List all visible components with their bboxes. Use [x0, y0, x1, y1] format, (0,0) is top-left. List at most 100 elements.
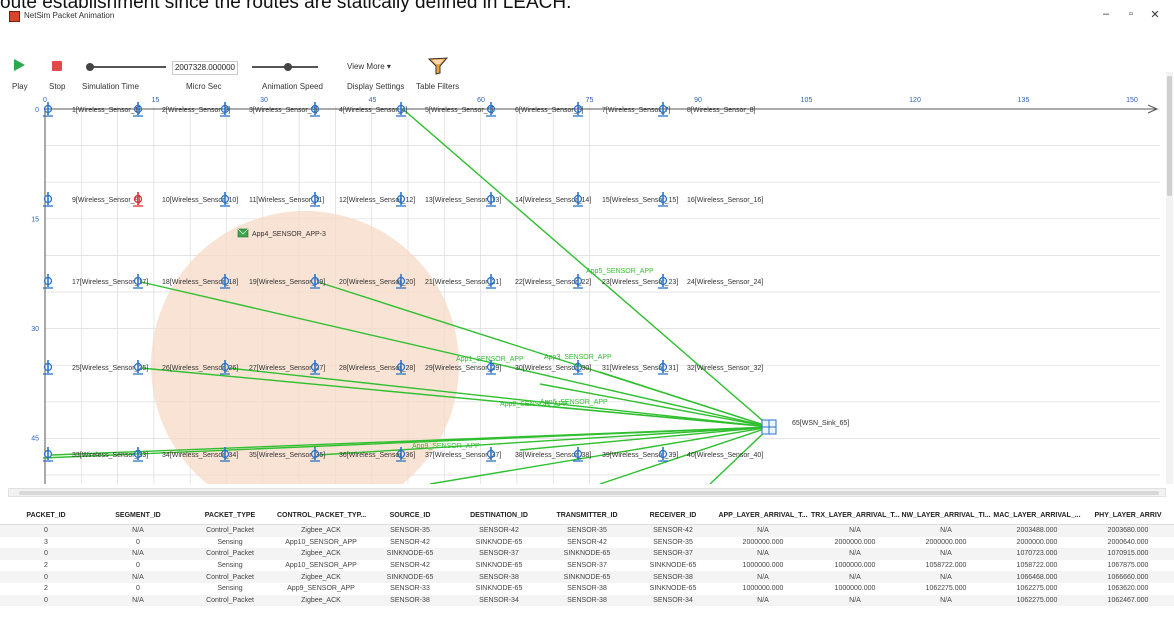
- sensor-node-label: 26[Wireless_Sensor_26]: [162, 365, 238, 372]
- sensor-node-label: 2[Wireless_Sensor_2]: [162, 107, 231, 114]
- y-tick-label: 0: [35, 107, 39, 114]
- table-cell: 0: [0, 524, 92, 537]
- column-header[interactable]: RECEIVER_ID: [630, 506, 716, 525]
- table-cell: SENSOR-35: [366, 524, 454, 537]
- flow-label: App1_SENSOR_APP: [456, 356, 524, 363]
- table-cell: 0: [0, 594, 92, 607]
- sensor-node-label: 8[Wireless_Sensor_8]: [687, 107, 756, 114]
- sensor-node-label: 34[Wireless_Sensor_34]: [162, 452, 238, 459]
- y-tick-label: 45: [31, 436, 39, 443]
- table-cell: SINKNODE-65: [475, 562, 523, 570]
- sensor-node-label: 24[Wireless_Sensor_24]: [687, 279, 763, 286]
- sensor-node-label: 38[Wireless_Sensor_38]: [515, 452, 591, 459]
- table-cell: Zigbee_ACK: [276, 548, 366, 560]
- x-tick-label: 120: [909, 97, 921, 104]
- column-header[interactable]: PACKET_ID: [0, 506, 92, 525]
- table-cell: 2000000.000: [742, 538, 784, 546]
- table-cell: SENSOR-34: [630, 594, 716, 607]
- title-bar: NetSim Packet Animation – ▫ ✕: [0, 0, 1174, 26]
- table-cell: 1070723.000: [992, 548, 1082, 560]
- view-more-dropdown[interactable]: View More ▾: [347, 62, 391, 71]
- table-row[interactable]: 2 0 Sensing App10_SENSOR_APP SENSOR-42 SINKNO…: [0, 560, 1174, 572]
- table-row[interactable]: 0 N/A Control_Packet Zigbee_ACK SENSOR-38 SEN…: [0, 594, 1174, 607]
- table-cell: N/A: [810, 594, 900, 607]
- column-header[interactable]: MAC_LAYER_ARRIVAL_...: [992, 506, 1082, 525]
- y-tick-label: 15: [31, 217, 39, 224]
- table-cell: SENSOR-42: [390, 562, 430, 570]
- vertical-scrollbar[interactable]: [1166, 72, 1173, 484]
- animation-speed-slider-thumb[interactable]: [284, 63, 293, 71]
- x-tick-label: 135: [1018, 97, 1030, 104]
- table-cell: 0: [0, 548, 92, 560]
- column-header[interactable]: SEGMENT_ID: [92, 506, 184, 525]
- table-cell: SENSOR-38: [567, 585, 607, 593]
- table-row[interactable]: 3 0 Sensing App10_SENSOR_APP SENSOR-42 SINKNO…: [0, 537, 1174, 549]
- table-body: 0 N/A Control_Packet Zigbee_ACK SENSOR-35 SEN…: [0, 524, 1174, 607]
- column-header[interactable]: SOURCE_ID: [366, 506, 454, 525]
- close-button[interactable]: ✕: [1148, 8, 1162, 21]
- stop-icon[interactable]: [52, 61, 62, 71]
- table-row[interactable]: 2 0 Sensing App9_SENSOR_APP SENSOR-33 SINKNOD…: [0, 583, 1174, 595]
- animation-canvas[interactable]: 0 15 30 45 60 75 90 105 120 135 150 0 15 30 45 App5_SEN…: [0, 72, 1174, 519]
- simulation-time-slider-thumb[interactable]: [85, 63, 94, 71]
- horizontal-scrollbar-thumb[interactable]: [19, 491, 1159, 495]
- table-cell: 2000000.000: [834, 538, 876, 546]
- table-cell: 2003488.000: [992, 524, 1082, 537]
- table-cell: 1000000.000: [742, 585, 784, 593]
- table-cell: 1070915.000: [1082, 548, 1174, 560]
- column-header[interactable]: CONTROL_PACKET_TYP...: [276, 506, 366, 525]
- column-header[interactable]: NW_LAYER_ARRIVAL_TI...: [900, 506, 992, 525]
- table-cell: 2000000.000: [925, 538, 967, 546]
- table-cell: 2000640.000: [1107, 538, 1149, 546]
- column-header[interactable]: APP_LAYER_ARRIVAL_T...: [716, 506, 810, 525]
- minimize-button[interactable]: –: [1099, 8, 1113, 20]
- table-cell: N/A: [716, 571, 810, 583]
- column-header[interactable]: TRANSMITTER_ID: [544, 506, 630, 525]
- table-cell: SENSOR-33: [390, 585, 430, 593]
- table-cell: 1062467.000: [1082, 594, 1174, 607]
- table-cell: Zigbee_ACK: [276, 594, 366, 607]
- table-cell: SINKNODE-65: [544, 571, 630, 583]
- x-tick-label: 15: [152, 97, 160, 104]
- table-cell: 2003680.000: [1082, 524, 1174, 537]
- table-cell: SINKNODE-65: [544, 548, 630, 560]
- table-cell: 2000000.000: [1016, 538, 1058, 546]
- play-icon[interactable]: [14, 59, 25, 71]
- maximize-button[interactable]: ▫: [1124, 8, 1138, 20]
- table-cell: N/A: [900, 594, 992, 607]
- sensor-node-label: 9[Wireless_Sensor_9]: [72, 197, 141, 204]
- window-title: NetSim Packet Animation: [24, 11, 115, 20]
- table-cell: App10_SENSOR_APP: [285, 562, 357, 570]
- horizontal-scrollbar[interactable]: [8, 488, 1166, 497]
- table-cell: SENSOR-42: [567, 538, 607, 546]
- table-cell: SENSOR-37: [454, 548, 544, 560]
- table-cell: N/A: [716, 594, 810, 607]
- sensor-node-label: 3[Wireless_Sensor_3]: [249, 107, 318, 114]
- table-cell: Control_Packet: [184, 524, 276, 537]
- table-cell: 1062275.000: [925, 585, 967, 593]
- column-header[interactable]: PHY_LAYER_ARRIV: [1082, 506, 1174, 525]
- vertical-scrollbar-thumb[interactable]: [1167, 76, 1172, 196]
- simulation-time-track[interactable]: [88, 66, 166, 68]
- table-cell: N/A: [92, 594, 184, 607]
- table-cell: 0: [136, 585, 140, 593]
- x-tick-label: 30: [260, 97, 268, 104]
- table-cell: 0: [136, 538, 140, 546]
- column-header[interactable]: DESTINATION_ID: [454, 506, 544, 525]
- table-row[interactable]: 0 N/A Control_Packet Zigbee_ACK SINKNODE-65 S…: [0, 548, 1174, 560]
- table-row[interactable]: 0 N/A Control_Packet Zigbee_ACK SINKNODE-65 S…: [0, 571, 1174, 583]
- table-cell: 2: [44, 562, 48, 570]
- table-row[interactable]: 0 N/A Control_Packet Zigbee_ACK SENSOR-35 SEN…: [0, 524, 1174, 537]
- column-header[interactable]: PACKET_TYPE: [184, 506, 276, 525]
- table-cell: 1058722.000: [1016, 562, 1058, 570]
- table-cell: 1062275.000: [1016, 585, 1058, 593]
- sensor-node-label: 32[Wireless_Sensor_32]: [687, 365, 763, 372]
- table-cell: SENSOR-38: [630, 571, 716, 583]
- table-cell: App9_SENSOR_APP: [287, 585, 355, 593]
- table-cell: Zigbee_ACK: [276, 571, 366, 583]
- sensor-node-label: 5[Wireless_Sensor_5]: [425, 107, 494, 114]
- column-header[interactable]: TRX_LAYER_ARRIVAL_T...: [810, 506, 900, 525]
- table-cell: 1000000.000: [742, 562, 784, 570]
- table-cell: SENSOR-35: [653, 538, 693, 546]
- table-cell: N/A: [716, 524, 810, 537]
